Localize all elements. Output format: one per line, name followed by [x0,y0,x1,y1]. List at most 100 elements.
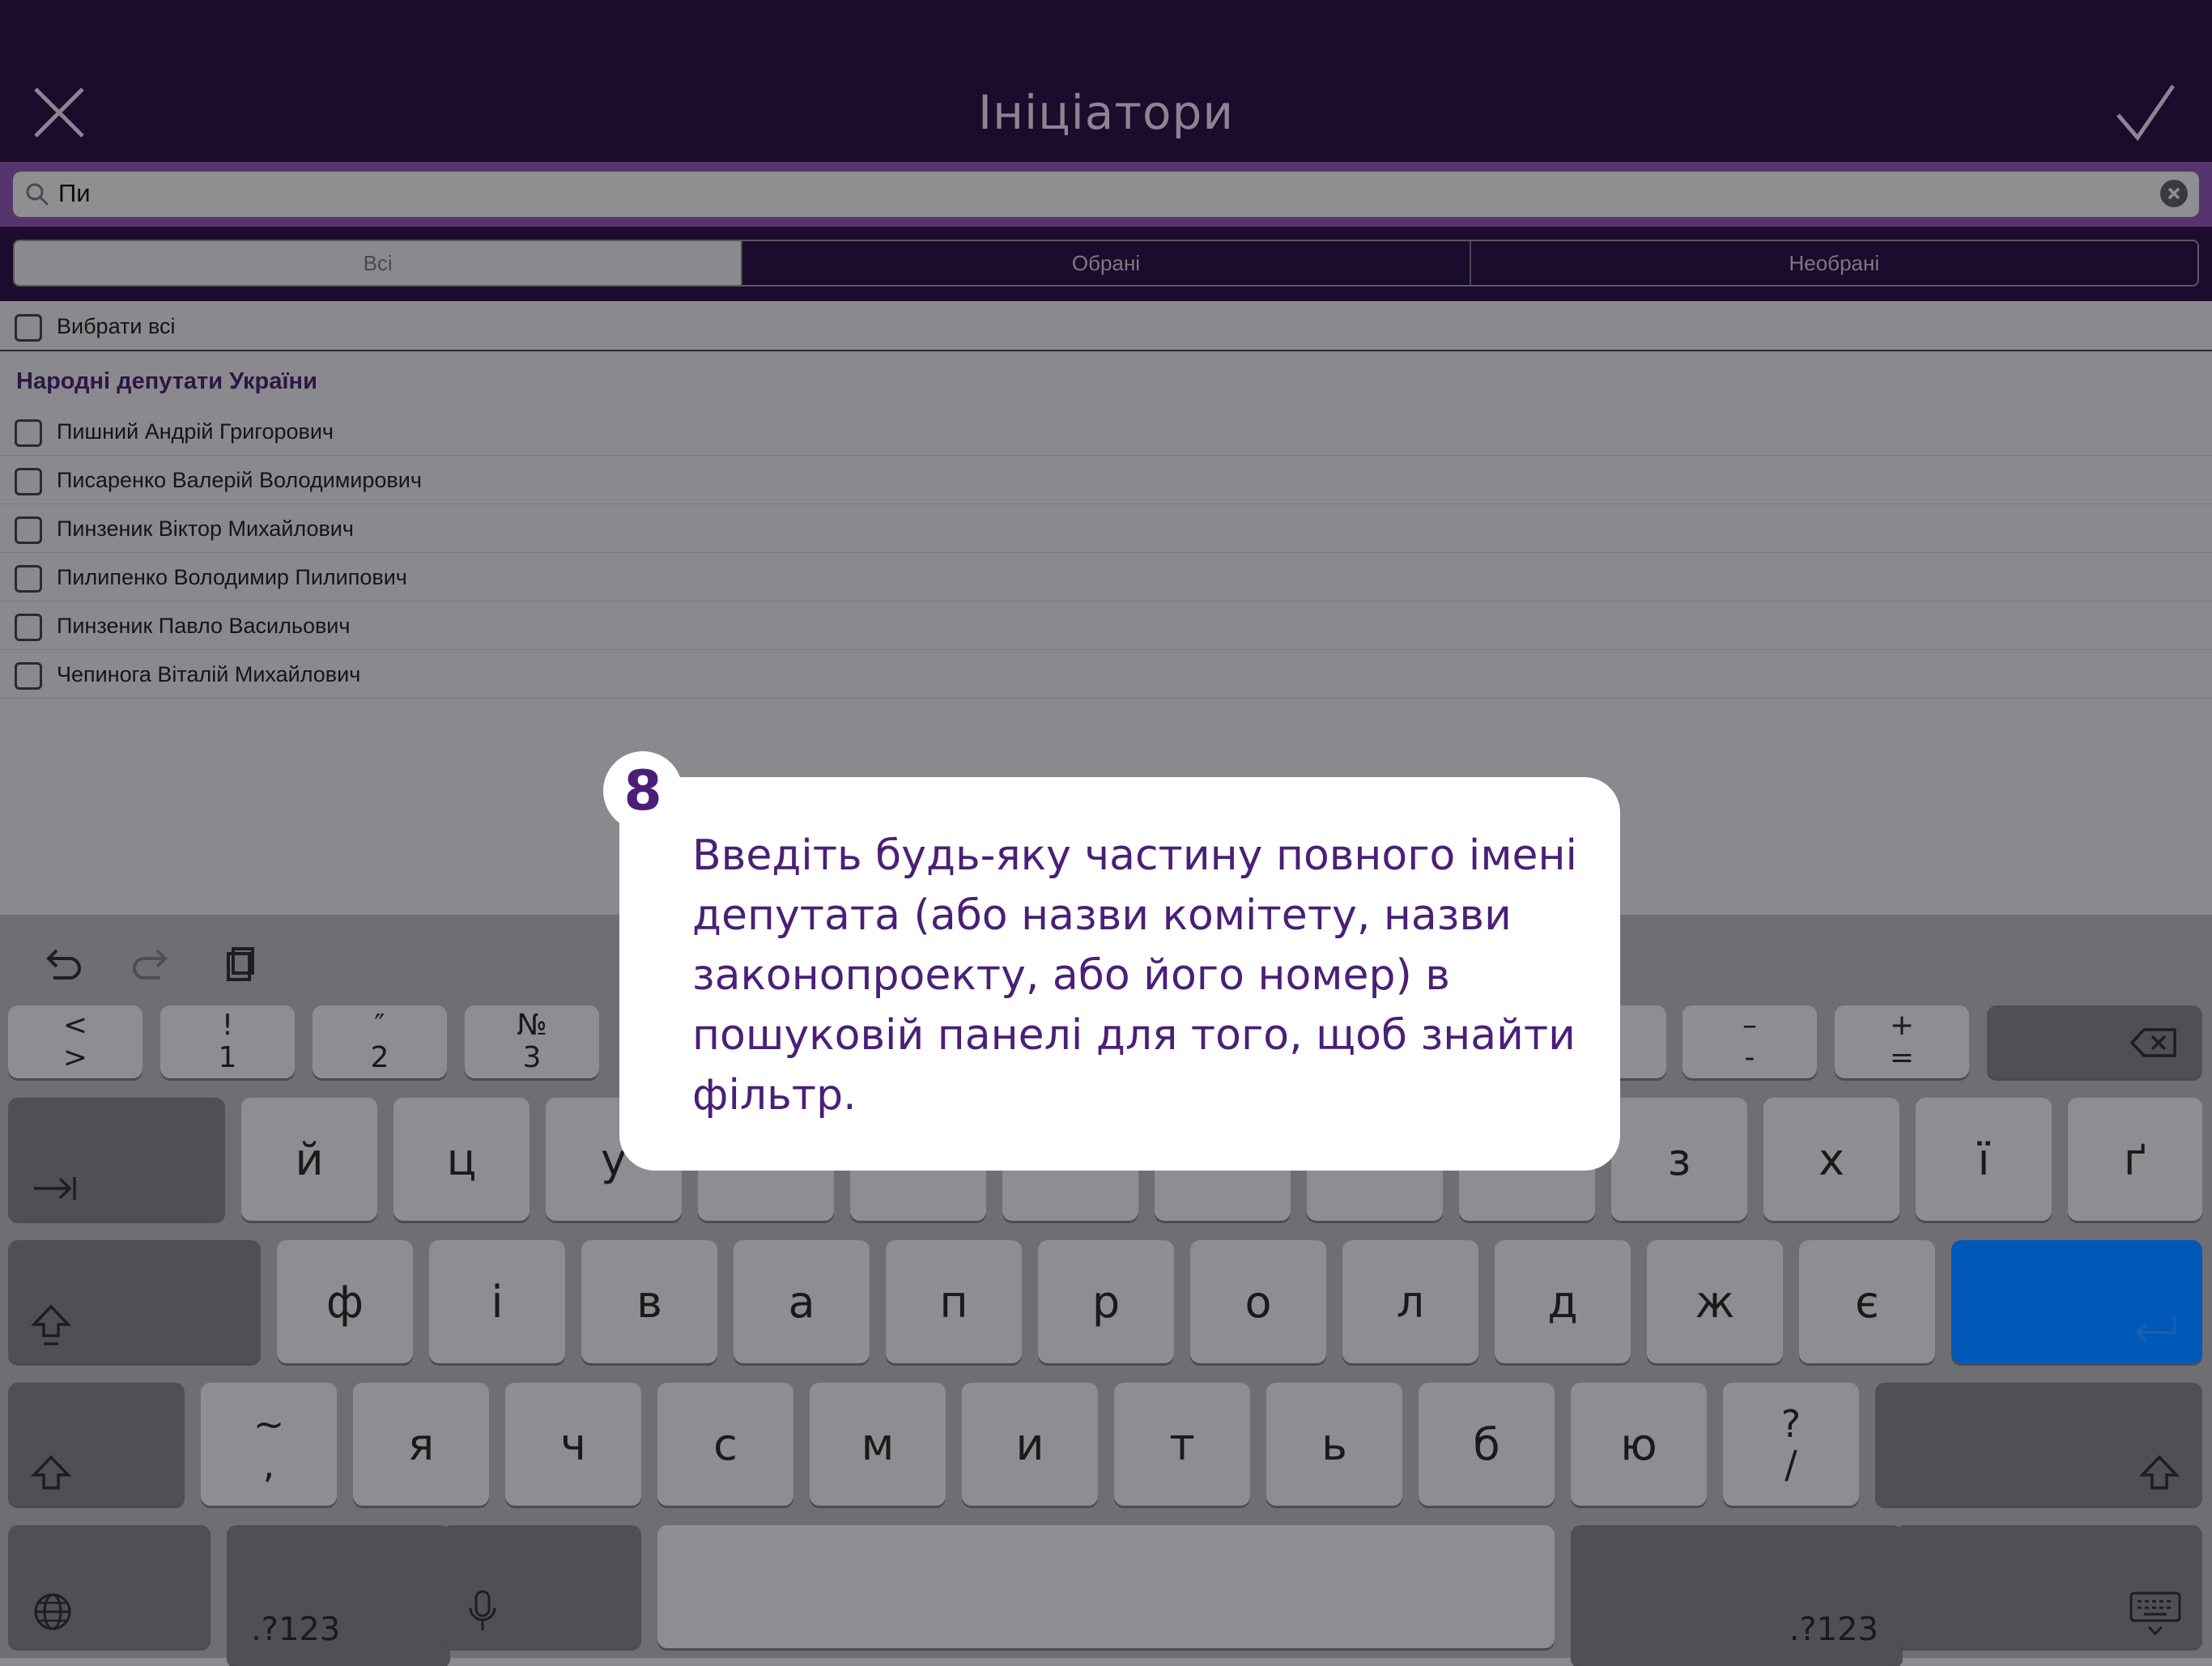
hide-keyboard-key[interactable] [1895,1525,2202,1648]
tab-unselected[interactable]: Необрані [1471,241,2197,285]
key-top: ~ [253,1402,285,1446]
item-checkbox[interactable] [15,662,42,690]
redo-icon[interactable] [128,941,173,995]
key-letter[interactable]: т [1114,1383,1250,1506]
shift-left-key[interactable] [8,1383,185,1506]
key-letter[interactable]: р [1038,1240,1174,1363]
key-letter[interactable]: ц [393,1098,530,1221]
key-letter[interactable]: и [962,1383,1098,1506]
caps-lock-key[interactable] [8,1240,261,1363]
item-checkbox[interactable] [15,516,42,544]
key-letter[interactable]: м [810,1383,946,1506]
key-letter[interactable]: з [1611,1098,1747,1221]
numbers-mode-key-right[interactable]: .?123 [1571,1525,1903,1666]
undo-icon[interactable] [40,941,86,995]
key-letter[interactable]: ж [1647,1240,1783,1363]
select-all-checkbox[interactable] [15,314,42,342]
item-label: Пилипенко Володимир Пилипович [57,565,407,589]
tab-key[interactable] [8,1098,225,1221]
key-letter[interactable]: п [886,1240,1022,1363]
search-icon [24,181,50,207]
key-bottom: , [262,1443,275,1486]
item-checkbox[interactable] [15,565,42,593]
microphone-icon [469,1590,496,1630]
key-dash[interactable]: – - [1682,1005,1817,1078]
key-question-slash[interactable]: ? / [1723,1383,1859,1506]
tutorial-tooltip-text: Введіть будь-яку частину повного імені д… [692,831,1577,1120]
return-icon [2135,1316,2176,1342]
key-bottom: > [62,1041,88,1074]
tab-selected[interactable]: Обрані [742,241,1471,285]
key-letter[interactable]: х [1763,1098,1899,1221]
checkmark-icon [2116,84,2176,142]
key-letter[interactable]: є [1799,1240,1935,1363]
space-key[interactable] [657,1525,1555,1648]
key-bottom: 3 [522,1041,542,1074]
search-input-value[interactable]: Пи [58,177,91,210]
key-top: + [1889,1009,1915,1042]
backspace-icon [2129,1028,2176,1057]
list-item[interactable]: Пилипенко Володимир Пилипович [0,552,2212,601]
key-letter[interactable]: я [353,1383,489,1506]
globe-key[interactable] [8,1525,211,1648]
key-bottom: - [1744,1041,1755,1074]
key-letter[interactable]: ю [1571,1383,1707,1506]
key-plus-equals[interactable]: + = [1835,1005,1969,1078]
key-angle-brackets[interactable]: < > [8,1005,143,1078]
tab-all[interactable]: Всі [15,241,743,285]
list-item[interactable]: Писаренко Валерій Володимирович [0,455,2212,504]
key-2[interactable]: ″ 2 [313,1005,447,1078]
item-checkbox[interactable] [15,614,42,641]
key-letter[interactable]: а [734,1240,870,1363]
shift-right-key[interactable] [1875,1383,2202,1506]
key-top: – [1742,1009,1757,1042]
key-1[interactable]: ! 1 [160,1005,295,1078]
section-header: Народні депутати України [16,368,317,394]
key-letter[interactable]: о [1190,1240,1326,1363]
list-item[interactable]: Пинзеник Віктор Михайлович [0,504,2212,553]
list-item[interactable]: Пинзеник Павло Васильович [0,601,2212,650]
key-top: № [517,1009,547,1042]
backspace-key[interactable] [1987,1005,2202,1078]
select-all-row[interactable]: Вибрати всі [0,301,2212,351]
list-item[interactable]: Чепинога Віталій Михайлович [0,649,2212,699]
paste-icon[interactable] [217,941,262,995]
shift-icon [2139,1455,2180,1490]
search-input[interactable] [13,172,2199,217]
key-letter[interactable]: ф [277,1240,413,1363]
close-button[interactable] [31,84,87,141]
item-label: Пинзеник Віктор Михайлович [57,516,354,541]
globe-icon [34,1593,71,1630]
list-item[interactable]: Пишний Андрій Григорович [0,406,2212,456]
key-letter[interactable]: в [581,1240,717,1363]
filter-segmented-control: Всі Обрані Необрані [13,240,2199,287]
key-bottom: 2 [370,1041,389,1074]
key-tilde-comma[interactable]: ~, [201,1383,337,1506]
key-letter[interactable]: ґ [2068,1098,2202,1221]
key-letter[interactable]: с [657,1383,793,1506]
keyboard-dismiss-icon [2129,1592,2181,1636]
done-button[interactable] [2113,81,2178,146]
item-checkbox[interactable] [15,419,42,447]
clear-search-button[interactable] [2160,180,2188,207]
item-label: Писаренко Валерій Володимирович [57,468,422,492]
item-label: Чепинога Віталій Михайлович [57,662,361,686]
tutorial-step-badge: 8 [603,751,683,831]
dictation-key[interactable] [442,1525,641,1648]
return-key[interactable] [1951,1240,2202,1363]
clear-icon [2167,187,2180,200]
key-letter[interactable]: б [1419,1383,1555,1506]
key-bottom: = [1889,1041,1915,1074]
item-checkbox[interactable] [15,468,42,495]
key-letter[interactable]: й [241,1098,377,1221]
numbers-mode-key-left[interactable]: .?123 [227,1525,450,1666]
key-letter[interactable]: ї [1916,1098,2052,1221]
key-letter[interactable]: і [429,1240,565,1363]
key-top: < [62,1009,88,1042]
page-title: Ініціатори [977,85,1235,140]
key-3[interactable]: № 3 [465,1005,599,1078]
key-letter[interactable]: д [1495,1240,1631,1363]
key-letter[interactable]: ь [1266,1383,1402,1506]
key-letter[interactable]: ч [505,1383,641,1506]
key-letter[interactable]: л [1342,1240,1478,1363]
